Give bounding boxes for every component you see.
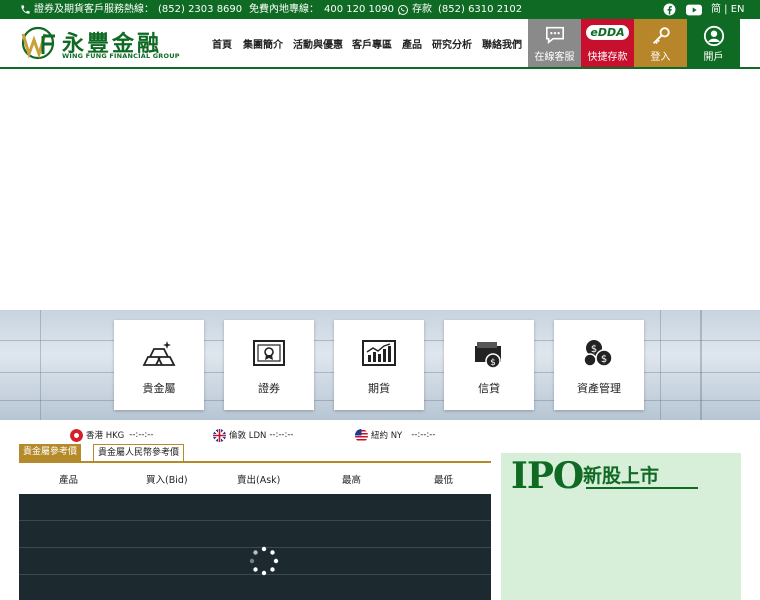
edda-badge-text: eDDA [586, 25, 629, 40]
product-card-securities[interactable]: 證券 [224, 320, 314, 410]
product-label: 期貨 [368, 382, 390, 395]
ipo-underline [586, 487, 698, 489]
nav-products[interactable]: 產品 [402, 36, 422, 51]
hotline-info: 證券及期貨客戶服務熱線： (852) 2303 8690 [20, 0, 242, 19]
quick-deposit-label: 快捷存款 [587, 52, 628, 63]
login-button[interactable]: 登入 [634, 19, 687, 67]
nav-about[interactable]: 集團簡介 [243, 36, 283, 51]
main-header: 永豐金融 WING FUNG FINANCIAL GROUP 首頁 集團簡介 活… [0, 19, 760, 69]
deposit-number[interactable]: (852) 6310 2102 [438, 0, 522, 19]
product-banner: 貴金屬 證券 期貨 $ 信貸 $ $ 資產管理 [0, 310, 760, 420]
ipo-panel[interactable]: IPO 新股上市 [501, 453, 741, 600]
column-header-low: 最低 [434, 475, 454, 486]
city-time: --:--:-- [411, 430, 436, 440]
quick-deposit-button[interactable]: eDDA 快捷存款 [581, 19, 634, 67]
column-header-product: 產品 [59, 475, 79, 486]
clock-ny: 紐約 NY --:--:-- [355, 428, 435, 442]
youtube-icon[interactable] [686, 0, 702, 19]
hotline-label: 證券及期貨客戶服務熱線： [34, 4, 154, 15]
nav-contact[interactable]: 聯絡我們 [482, 36, 522, 51]
edda-badge: eDDA [581, 25, 634, 40]
clock-ldn: 倫敦 LDN --:--:-- [213, 428, 293, 442]
certificate-icon [224, 338, 314, 368]
top-info-bar: 證券及期貨客戶服務熱線： (852) 2303 8690 免費內地專線： 400… [0, 0, 760, 19]
svg-text:$: $ [601, 354, 607, 365]
login-label: 登入 [650, 52, 671, 63]
online-service-label: 在線客服 [534, 52, 575, 63]
mainland-info: 免費內地專線： 400 120 1090 [249, 0, 394, 19]
product-label: 資產管理 [577, 382, 621, 395]
logo-english-name: WING FUNG FINANCIAL GROUP [62, 52, 180, 60]
tab-divider [19, 461, 491, 463]
key-icon [634, 25, 687, 47]
city-label: 倫敦 LDN [229, 431, 267, 441]
whatsapp-icon [397, 4, 409, 16]
column-header-high: 最高 [342, 475, 362, 486]
wallet-money-icon: $ [444, 338, 534, 370]
mainland-label: 免費內地專線： [249, 4, 319, 15]
product-card-precious-metals[interactable]: 貴金屬 [114, 320, 204, 410]
nav-home[interactable]: 首頁 [212, 36, 232, 51]
ipo-title: IPO [511, 455, 584, 497]
city-time: --:--:-- [129, 430, 154, 440]
clock-hkg: 香港 HKG --:--:-- [70, 428, 153, 442]
nav-research[interactable]: 研究分析 [432, 36, 472, 51]
product-card-asset-management[interactable]: $ $ 資產管理 [554, 320, 644, 410]
deposit-info: 存款 (852) 6310 2102 [397, 0, 522, 19]
svg-text:$: $ [591, 344, 597, 355]
tab-rmb-precious-metals-price[interactable]: 貴金屬人民幣參考價 [93, 444, 185, 461]
product-label: 貴金屬 [142, 382, 176, 395]
loading-spinner-icon [249, 546, 279, 576]
column-header-ask: 賣出(Ask) [237, 475, 281, 486]
gold-bars-icon [114, 338, 204, 370]
product-label: 證券 [258, 382, 280, 395]
deposit-label: 存款 [412, 4, 432, 15]
facebook-icon[interactable] [663, 0, 676, 19]
city-label: 香港 HKG [86, 431, 125, 441]
us-flag-icon [355, 428, 368, 442]
city-time: --:--:-- [269, 430, 294, 440]
svg-text:$: $ [490, 358, 496, 368]
city-label: 紐約 NY [371, 431, 403, 441]
price-table [19, 494, 491, 600]
ipo-subtitle: 新股上市 [583, 465, 660, 487]
mainland-number[interactable]: 400 120 1090 [324, 0, 394, 19]
chat-bubble-icon [528, 25, 581, 45]
product-card-credit[interactable]: $ 信貸 [444, 320, 534, 410]
coins-icon: $ $ [554, 338, 644, 370]
tab-precious-metals-price[interactable]: 貴金屬參考價 [19, 444, 82, 461]
table-row-divider [19, 520, 491, 521]
user-icon [687, 25, 740, 47]
product-label: 信貸 [478, 382, 500, 395]
nav-client-area[interactable]: 客戶專區 [352, 36, 392, 51]
hong-kong-flag-icon [70, 428, 83, 442]
company-logo[interactable]: 永豐金融 WING FUNG FINANCIAL GROUP [18, 25, 179, 61]
online-service-button[interactable]: 在線客服 [528, 19, 581, 67]
nav-promotions[interactable]: 活動與優惠 [293, 36, 343, 51]
uk-flag-icon [213, 428, 226, 442]
column-header-bid: 買入(Bid) [146, 475, 188, 486]
product-card-futures[interactable]: 期貨 [334, 320, 424, 410]
hotline-number[interactable]: (852) 2303 8690 [158, 0, 242, 19]
bar-chart-icon [334, 338, 424, 368]
wf-logo-icon [21, 26, 55, 60]
open-account-label: 開戶 [703, 52, 724, 63]
open-account-button[interactable]: 開戶 [687, 19, 740, 67]
phone-icon [20, 4, 31, 15]
language-switch[interactable]: 简 | EN [711, 0, 745, 19]
